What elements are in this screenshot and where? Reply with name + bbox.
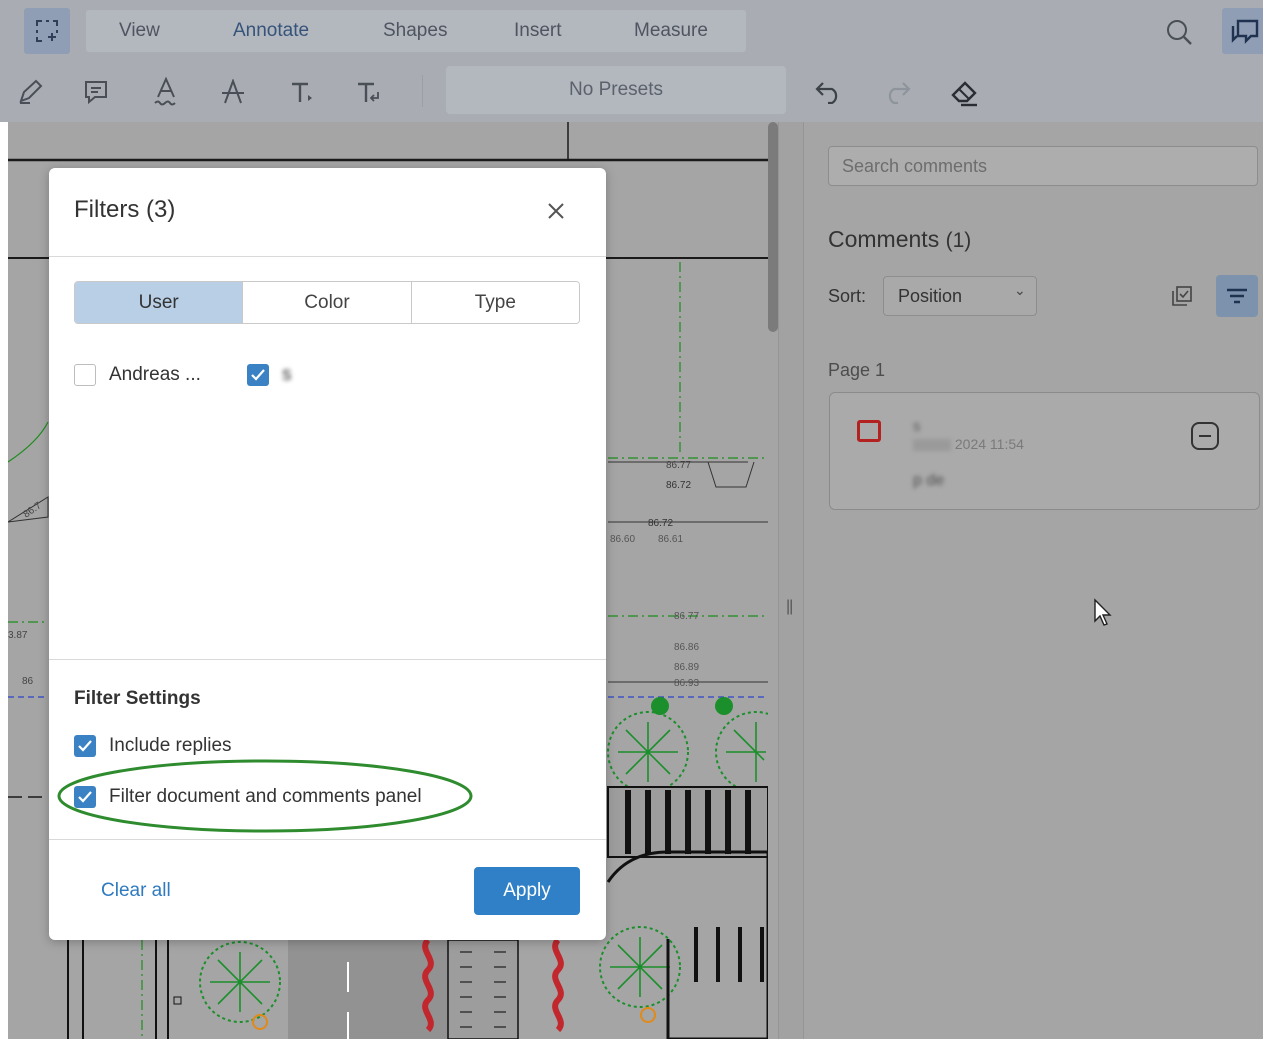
elevation-label: 86.93	[674, 678, 699, 689]
mouse-cursor-icon	[1093, 598, 1113, 631]
divider	[49, 659, 606, 660]
elevation-label: 86.72	[648, 518, 673, 529]
elevation-label: 86.60	[610, 534, 635, 545]
filter-tabs: User Color Type	[74, 281, 580, 324]
highlight-ellipse	[57, 759, 473, 833]
ribbon-menu: View Annotate Shapes Insert Measure	[86, 10, 746, 52]
presets-dropdown[interactable]: No Presets	[446, 66, 786, 114]
undo-icon[interactable]	[814, 79, 844, 105]
collapse-icon[interactable]	[1189, 420, 1221, 457]
select-area-icon	[33, 17, 61, 45]
comments-heading-label: Comments	[828, 226, 940, 252]
menu-view[interactable]: View	[119, 10, 160, 52]
free-text-icon[interactable]	[288, 78, 316, 106]
pen-icon[interactable]	[16, 78, 44, 106]
dialog-title: Filters (3)	[74, 196, 176, 223]
filter-button[interactable]	[1216, 275, 1258, 317]
clear-all-link[interactable]: Clear all	[101, 880, 171, 902]
viewer-edge	[0, 122, 8, 1039]
close-button[interactable]	[543, 198, 569, 224]
menu-annotate[interactable]: Annotate	[233, 10, 309, 52]
sort-label: Sort:	[828, 286, 867, 306]
close-icon	[548, 203, 564, 219]
tab-color[interactable]: Color	[242, 282, 411, 323]
elevation-label: 86.7	[21, 500, 44, 520]
menu-insert[interactable]: Insert	[514, 10, 562, 52]
divider	[49, 256, 606, 257]
redo-icon[interactable]	[882, 79, 912, 105]
panel-splitter[interactable]	[778, 122, 804, 1039]
rectangle-annotation-icon	[857, 420, 881, 442]
document-scrollbar-thumb[interactable]	[768, 122, 778, 332]
include-replies-checkbox[interactable]	[74, 735, 96, 757]
elevation-label: 86.77	[674, 611, 699, 622]
filter-settings-heading: Filter Settings	[74, 688, 201, 709]
user-checkbox-andreas[interactable]	[74, 364, 96, 386]
chevron-down-icon: ⌄	[1014, 282, 1026, 298]
check-icon	[251, 369, 265, 381]
elevation-label: 3.87	[8, 630, 28, 641]
menu-shapes[interactable]: Shapes	[383, 10, 447, 52]
elevation-label: 86	[22, 676, 34, 687]
elevation-label: 86.61	[658, 534, 683, 545]
comments-count: (1)	[945, 229, 972, 252]
elevation-label: 86.89	[674, 662, 699, 673]
filter-icon	[1227, 288, 1247, 304]
comment-date-text: 2024 11:54	[954, 436, 1024, 452]
strikeout-text-icon[interactable]	[219, 78, 247, 106]
comment-date: 2024 11:54	[913, 436, 1024, 452]
comment-author: s	[913, 418, 921, 435]
user-label-s: s	[282, 364, 292, 385]
multiselect-icon[interactable]	[1170, 284, 1194, 313]
tab-user[interactable]: User	[75, 282, 243, 323]
elevation-label: 86.86	[674, 642, 699, 653]
apply-button[interactable]: Apply	[474, 867, 580, 915]
search-icon[interactable]	[1164, 17, 1194, 47]
page-group-label: Page 1	[828, 360, 886, 380]
comments-heading: Comments (1)	[828, 226, 971, 253]
menu-measure[interactable]: Measure	[634, 10, 708, 52]
user-checkbox-s[interactable]	[247, 364, 269, 386]
search-comments-input[interactable]: Search comments	[828, 146, 1258, 186]
comment-icon[interactable]	[82, 78, 110, 106]
comments-panel	[804, 122, 1263, 1039]
user-label-andreas: Andreas ...	[109, 364, 201, 385]
tab-type[interactable]: Type	[410, 282, 579, 323]
include-replies-label: Include replies	[109, 735, 232, 756]
pdf-viewer-app: View Annotate Shapes Insert Measure No P…	[0, 0, 1263, 1039]
toolbar-separator	[422, 75, 423, 107]
elevation-label: 86.77	[666, 460, 691, 471]
callout-text-icon[interactable]	[354, 78, 382, 106]
splitter-grip-icon[interactable]: ||	[786, 598, 793, 616]
squiggly-text-icon[interactable]	[152, 76, 180, 108]
check-icon	[78, 740, 92, 752]
comment-text: p de	[913, 472, 945, 489]
divider	[49, 839, 606, 840]
elevation-label: 86.72	[666, 480, 691, 491]
eraser-icon[interactable]	[948, 77, 980, 107]
comments-panel-icon	[1230, 18, 1260, 46]
